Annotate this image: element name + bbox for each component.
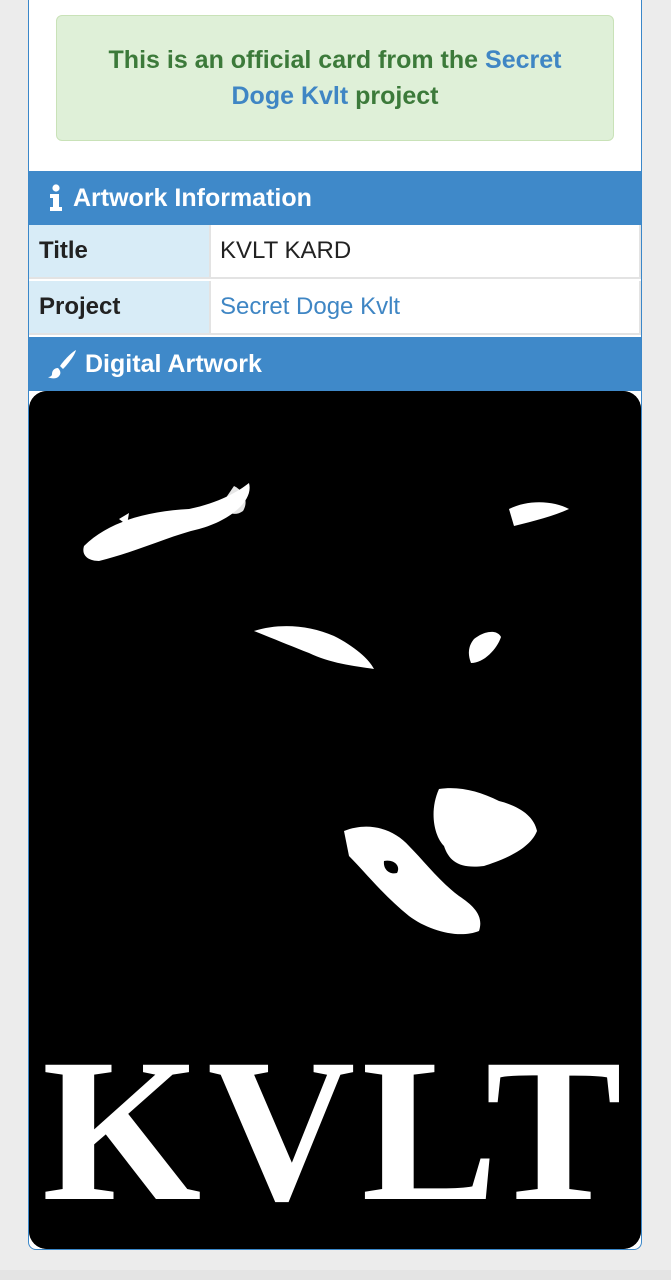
bottom-bar [0, 1270, 671, 1280]
project-row: Project Secret Doge Kvlt [29, 281, 641, 335]
notice-suffix: project [355, 82, 439, 110]
digital-artwork-image: KVLT [29, 391, 641, 1249]
project-label: Project [29, 281, 209, 335]
artwork-information-header: Artwork Information [29, 171, 641, 225]
title-label: Title [29, 225, 209, 279]
title-row: Title KVLT KARD [29, 225, 641, 279]
notice-prefix: This is an official card from the [108, 46, 479, 74]
digital-artwork-header: Digital Artwork [29, 337, 641, 391]
card-panel: This is an official card from the Secret… [28, 0, 642, 1250]
digital-artwork-title: Digital Artwork [85, 349, 262, 378]
title-value: KVLT KARD [209, 225, 641, 279]
official-card-notice: This is an official card from the Secret… [56, 15, 614, 141]
info-icon [45, 183, 67, 213]
artwork-information-title: Artwork Information [73, 183, 312, 212]
artwork-kvlt-text: KVLT [42, 1017, 628, 1244]
project-value-link[interactable]: Secret Doge Kvlt [209, 281, 641, 335]
paintbrush-icon [45, 349, 79, 379]
